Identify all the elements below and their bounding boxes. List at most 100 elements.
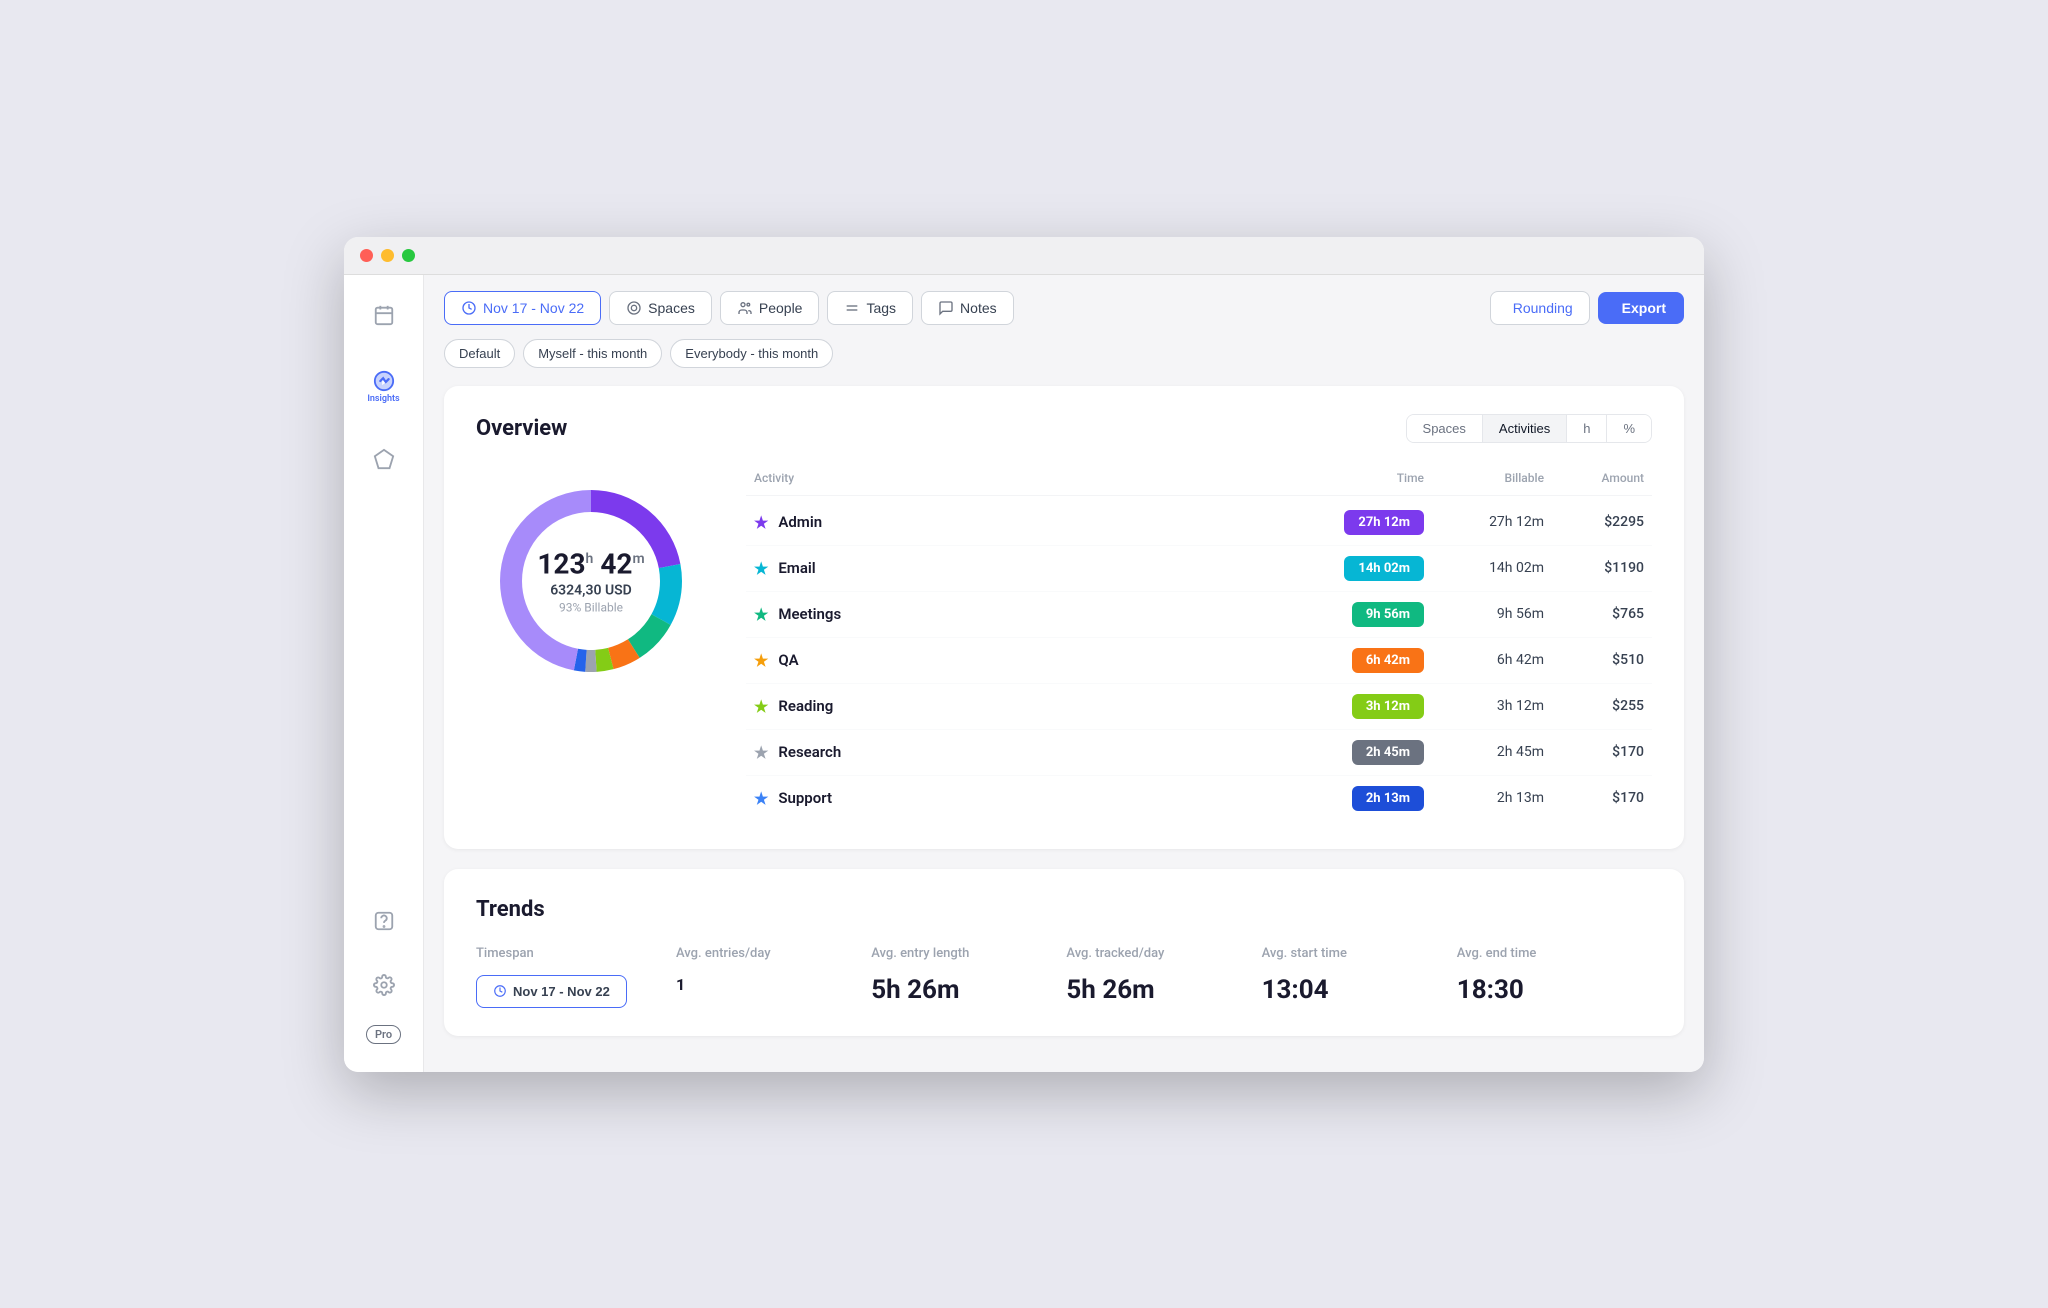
star-icon: ★ [754, 743, 768, 762]
sidebar: Insights [344, 275, 424, 1072]
toggle-percent[interactable]: % [1607, 415, 1651, 442]
rounding-label: Rounding [1513, 300, 1573, 316]
titlebar [344, 237, 1704, 275]
table-row: ★ Reading 3h 12m 3h 12m $255 [746, 684, 1652, 730]
filter-tab-default[interactable]: Default [444, 339, 515, 368]
table-row: ★ Support 2h 13m 2h 13m $170 [746, 776, 1652, 821]
trends-col-start-time: Avg. start time 13:04 [1262, 946, 1457, 1008]
activity-table: Activity Time Billable Amount ★ Admin 27… [746, 471, 1652, 821]
time-cell: 27h 12m [1264, 510, 1424, 535]
time-badge: 2h 13m [1352, 786, 1424, 811]
tags-icon [844, 300, 860, 316]
trends-col-entry-length: Avg. entry length 5h 26m [871, 946, 1066, 1008]
sidebar-bottom: Pro [360, 897, 408, 1056]
amount-cell: $1190 [1544, 560, 1644, 576]
trends-col-end-time: Avg. end time 18:30 [1457, 946, 1652, 1008]
time-cell: 14h 02m [1264, 556, 1424, 581]
trends-date-button[interactable]: Nov 17 - Nov 22 [476, 975, 627, 1008]
trends-date-label: Nov 17 - Nov 22 [513, 984, 610, 999]
col-billable: Billable [1424, 471, 1544, 485]
amount-cell: $170 [1544, 744, 1644, 760]
time-badge: 9h 56m [1352, 602, 1424, 627]
donut-usd: 6324,30 USD [537, 582, 644, 598]
activity-name: ★ Meetings [754, 605, 1264, 624]
billable-cell: 14h 02m [1424, 560, 1544, 576]
sidebar-item-settings[interactable] [360, 961, 408, 1009]
notes-label: Notes [960, 300, 997, 316]
rounding-button[interactable]: Rounding [1490, 291, 1590, 325]
trends-col-entries: Avg. entries/day 1 [676, 946, 871, 1008]
billable-cell: 3h 12m [1424, 698, 1544, 714]
content-area: Nov 17 - Nov 22 Spaces [424, 275, 1704, 1072]
maximize-button[interactable] [402, 249, 415, 262]
activity-label: Admin [778, 513, 822, 531]
spaces-label: Spaces [648, 300, 695, 316]
filter-tab-myself[interactable]: Myself - this month [523, 339, 662, 368]
time-badge: 14h 02m [1344, 556, 1424, 581]
time-cell: 2h 13m [1264, 786, 1424, 811]
close-button[interactable] [360, 249, 373, 262]
sidebar-item-diamond[interactable] [360, 435, 408, 483]
activity-label: Email [778, 559, 815, 577]
toolbar: Nov 17 - Nov 22 Spaces [444, 291, 1684, 325]
toggle-spaces[interactable]: Spaces [1407, 415, 1483, 442]
col-time: Time [1264, 471, 1424, 485]
export-button[interactable]: Export [1598, 292, 1684, 324]
amount-cell: $255 [1544, 698, 1644, 714]
activity-label: Support [778, 789, 832, 807]
overview-card: Overview Spaces Activities h % [444, 386, 1684, 849]
overview-header: Overview Spaces Activities h % [476, 414, 1652, 443]
clock-icon [461, 300, 477, 316]
activity-label: Reading [778, 697, 833, 715]
tags-label: Tags [866, 300, 896, 316]
activity-label: QA [778, 651, 798, 669]
insights-label: Insights [367, 394, 399, 404]
trends-grid: Timespan Nov 17 - Nov 22 Avg. entries/da… [476, 946, 1652, 1008]
trends-col-timespan: Timespan Nov 17 - Nov 22 [476, 946, 676, 1008]
star-icon: ★ [754, 559, 768, 578]
amount-cell: $2295 [1544, 514, 1644, 530]
activity-name: ★ Admin [754, 513, 1264, 532]
donut-hours: 123 [537, 547, 585, 580]
tags-button[interactable]: Tags [827, 291, 913, 325]
trends-header-timespan: Timespan [476, 946, 676, 961]
toggle-activities[interactable]: Activities [1483, 415, 1567, 442]
trends-value-entries: 1 [676, 975, 871, 994]
spaces-button[interactable]: Spaces [609, 291, 712, 325]
activity-name: ★ Reading [754, 697, 1264, 716]
sidebar-item-insights[interactable]: Insights [360, 363, 408, 411]
trends-col-tracked: Avg. tracked/day 5h 26m [1066, 946, 1261, 1008]
notes-button[interactable]: Notes [921, 291, 1014, 325]
export-label: Export [1622, 300, 1666, 316]
calendar-icon [373, 304, 395, 326]
filter-tab-everybody[interactable]: Everybody - this month [670, 339, 833, 368]
amount-cell: $765 [1544, 606, 1644, 622]
notes-icon [938, 300, 954, 316]
table-row: ★ Email 14h 02m 14h 02m $1190 [746, 546, 1652, 592]
sidebar-item-help[interactable] [360, 897, 408, 945]
pro-badge[interactable]: Pro [366, 1025, 401, 1044]
table-row: ★ Meetings 9h 56m 9h 56m $765 [746, 592, 1652, 638]
minimize-button[interactable] [381, 249, 394, 262]
donut-minutes: 42 [600, 547, 632, 580]
toggle-group: Spaces Activities h % [1406, 414, 1652, 443]
filter-tabs: Default Myself - this month Everybody - … [444, 339, 1684, 368]
date-range-button[interactable]: Nov 17 - Nov 22 [444, 291, 601, 325]
activity-label: Research [778, 743, 841, 761]
donut-billable: 93% Billable [537, 600, 644, 614]
people-button[interactable]: People [720, 291, 820, 325]
diamond-icon [373, 448, 395, 470]
activity-name: ★ Research [754, 743, 1264, 762]
trends-clock-icon [493, 984, 507, 998]
spaces-icon [626, 300, 642, 316]
trends-card: Trends Timespan Nov 17 - Nov 22 [444, 869, 1684, 1036]
activity-name: ★ Support [754, 789, 1264, 808]
trends-title: Trends [476, 897, 1652, 922]
star-icon: ★ [754, 513, 768, 532]
people-icon [737, 300, 753, 316]
col-activity: Activity [754, 471, 1264, 485]
trends-value-tracked: 5h 26m [1066, 975, 1261, 1005]
toggle-hours[interactable]: h [1567, 415, 1607, 442]
trends-value-start-time: 13:04 [1262, 975, 1457, 1005]
sidebar-item-calendar[interactable] [360, 291, 408, 339]
